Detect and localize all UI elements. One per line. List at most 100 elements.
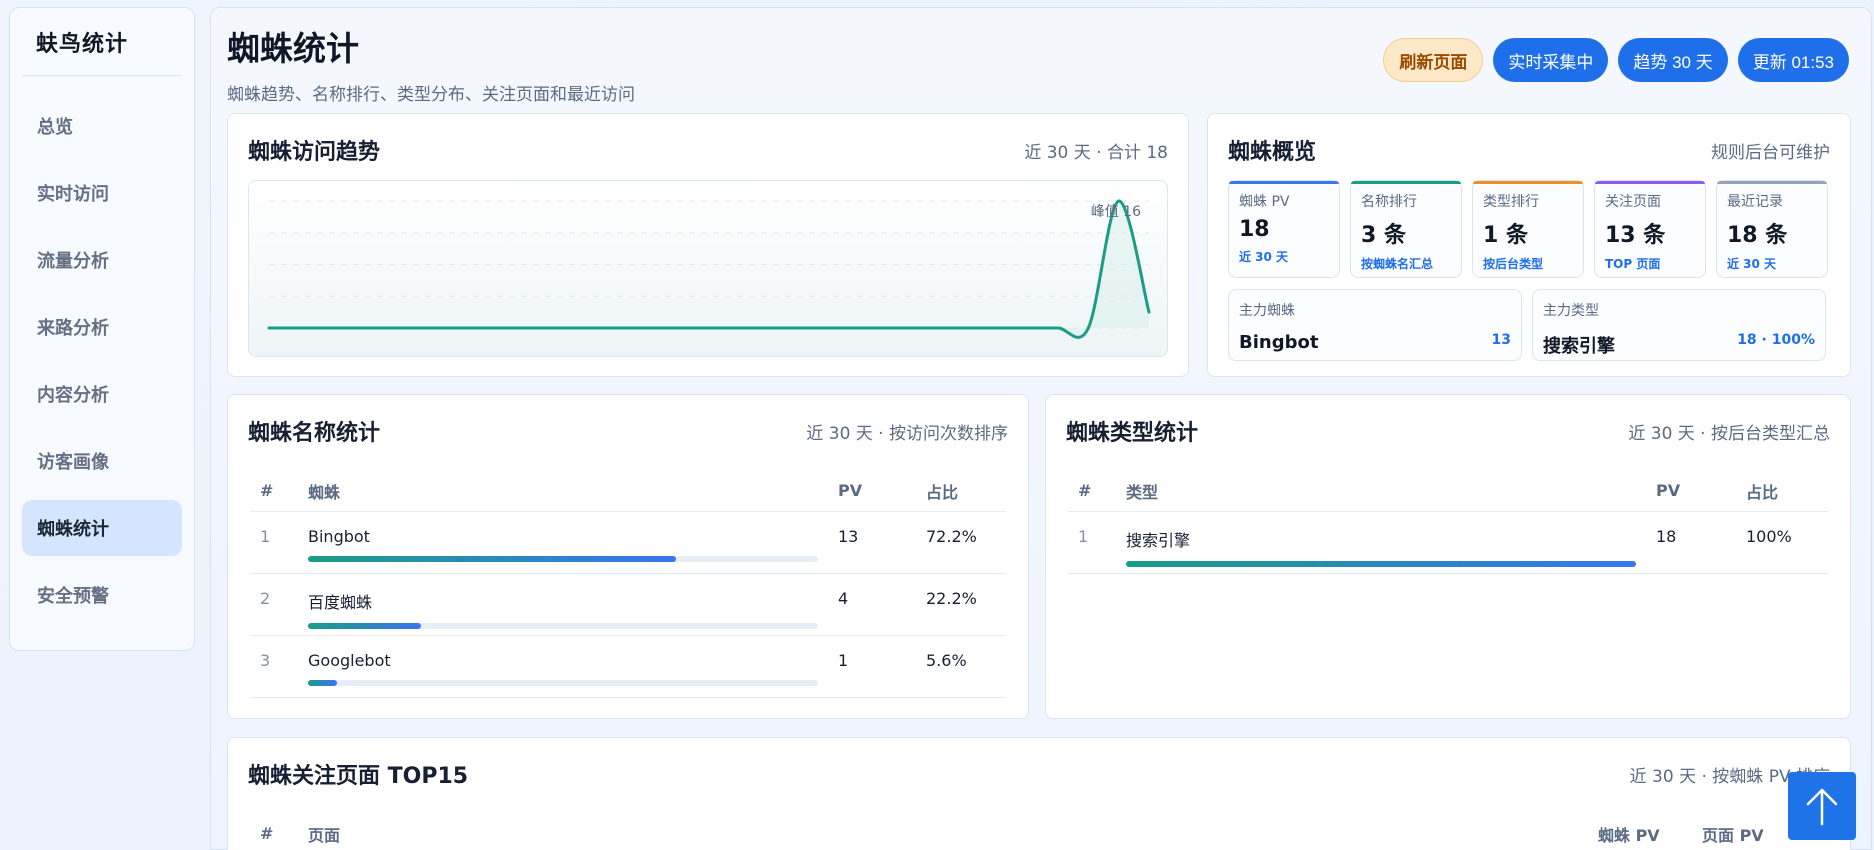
- row-name-cell: 百度蜘蛛: [298, 573, 828, 636]
- main-spider-label: 主力蜘蛛: [1239, 303, 1295, 319]
- metric-label: 最近记录: [1727, 194, 1783, 210]
- row-name: 百度蜘蛛: [308, 592, 373, 612]
- spider-name-table: # 蜘蛛 PV 占比 1 Bingbot 13 72.2% 2 百度蜘蛛 4 2…: [250, 471, 1006, 698]
- row-share: 5.6%: [916, 635, 1006, 698]
- col-rank: #: [250, 814, 298, 850]
- metric-value: 3 条: [1361, 223, 1406, 248]
- metric-value: 13 条: [1605, 223, 1666, 248]
- refresh-page-button[interactable]: 刷新页面: [1383, 38, 1484, 82]
- metric-label: 关注页面: [1605, 194, 1661, 210]
- type-card-meta: 近 30 天 · 按后台类型汇总: [1628, 424, 1830, 444]
- metric-value: 1 条: [1483, 223, 1528, 248]
- row-name-cell: Bingbot: [298, 511, 828, 574]
- updated-time-button[interactable]: 更新 01:53: [1737, 38, 1849, 82]
- trend-chart: 峰值 16: [248, 180, 1168, 357]
- metric-focus-pages: 关注页面 13 条 TOP 页面: [1594, 180, 1706, 278]
- table-row: 1 Bingbot 13 72.2%: [250, 511, 1006, 574]
- main-spider-value: Bingbot: [1239, 332, 1319, 353]
- name-card-title: 蜘蛛名称统计: [248, 421, 381, 446]
- col-rank: #: [250, 471, 298, 512]
- row-pv: 1: [828, 635, 916, 698]
- type-card-title: 蜘蛛类型统计: [1066, 421, 1199, 446]
- chart-area-fill: [269, 200, 1149, 338]
- row-share: 22.2%: [916, 573, 1006, 636]
- metric-recent-records: 最近记录 18 条 近 30 天: [1716, 180, 1828, 278]
- row-pv: 13: [828, 511, 916, 574]
- metric-note: 按蜘蛛名汇总: [1361, 257, 1434, 271]
- spider-type-table: # 类型 PV 占比 1 搜索引擎 18 100%: [1068, 471, 1828, 574]
- trend-card-title: 蜘蛛访问趋势: [248, 140, 381, 165]
- trend-range-button[interactable]: 趋势 30 天: [1618, 38, 1728, 82]
- focus-pages-table: # 页面 蜘蛛 PV 页面 PV: [250, 814, 1830, 850]
- realtime-status-button[interactable]: 实时采集中: [1493, 38, 1609, 82]
- col-spider: 蜘蛛: [298, 471, 828, 512]
- share-bar: [308, 679, 818, 686]
- arrow-up-icon: [1806, 788, 1838, 826]
- main-type-note: 18 · 100%: [1737, 332, 1815, 348]
- share-bar: [308, 555, 818, 562]
- spider-overview-card: 蜘蛛概览 规则后台可维护 蜘蛛 PV 18 近 30 天 名称排行 3 条 按蜘…: [1207, 113, 1851, 377]
- main-type-box: 主力类型 搜索引擎 18 · 100%: [1532, 289, 1826, 361]
- row-rank: 1: [250, 511, 298, 574]
- main-type-value: 搜索引擎: [1543, 336, 1615, 357]
- trend-chart-svg: [267, 199, 1151, 339]
- row-pv: 18: [1646, 511, 1736, 574]
- col-spider-pv: 蜘蛛 PV: [1588, 814, 1692, 850]
- share-bar: [308, 622, 818, 629]
- metric-note: 近 30 天: [1727, 257, 1777, 271]
- metric-type-ranking: 类型排行 1 条 按后台类型: [1472, 180, 1584, 278]
- spider-type-card: 蜘蛛类型统计 近 30 天 · 按后台类型汇总 # 类型 PV 占比 1 搜索引…: [1045, 394, 1851, 719]
- sidebar-item-realtime[interactable]: 实时访问: [22, 165, 182, 221]
- share-bar-fill: [308, 622, 422, 629]
- share-bar: [1126, 560, 1636, 567]
- row-rank: 3: [250, 635, 298, 698]
- metric-note: 按后台类型: [1483, 257, 1544, 271]
- trend-peak-label: 峰值 16: [1090, 204, 1141, 220]
- row-pv: 4: [828, 573, 916, 636]
- sidebar-item-spider-stats[interactable]: 蜘蛛统计: [22, 500, 182, 556]
- row-name: Googlebot: [308, 650, 391, 670]
- brand-logo-text: 蚨鸟统计: [22, 8, 182, 76]
- share-bar-fill: [308, 555, 677, 562]
- main-content: 蜘蛛统计 蜘蛛趋势、名称排行、类型分布、关注页面和最近访问 刷新页面 实时采集中…: [210, 7, 1872, 850]
- metric-note: 近 30 天: [1239, 250, 1289, 264]
- overview-metrics: 蜘蛛 PV 18 近 30 天 名称排行 3 条 按蜘蛛名汇总 类型排行 1 条…: [1228, 180, 1828, 278]
- table-row: 2 百度蜘蛛 4 22.2%: [250, 573, 1006, 636]
- spider-name-card: 蜘蛛名称统计 近 30 天 · 按访问次数排序 # 蜘蛛 PV 占比 1 Bin…: [227, 394, 1029, 719]
- back-to-top-button[interactable]: [1788, 772, 1856, 840]
- metric-value: 18 条: [1727, 223, 1788, 248]
- metric-label: 名称排行: [1361, 194, 1417, 210]
- col-share: 占比: [916, 471, 1006, 512]
- sidebar-item-security-alert[interactable]: 安全预警: [22, 567, 182, 623]
- share-bar-fill: [308, 679, 337, 686]
- sidebar-item-content[interactable]: 内容分析: [22, 366, 182, 422]
- spider-focus-pages-card: 蜘蛛关注页面 TOP15 近 30 天 · 按蜘蛛 PV 排序 # 页面 蜘蛛 …: [227, 737, 1851, 850]
- col-share: 占比: [1736, 471, 1828, 512]
- row-name: 搜索引擎: [1126, 530, 1191, 550]
- col-page: 页面: [298, 814, 1588, 850]
- spider-trend-card: 蜘蛛访问趋势 近 30 天 · 合计 18 峰值 16: [227, 113, 1189, 377]
- sidebar-item-overview[interactable]: 总览: [22, 98, 182, 154]
- metric-name-ranking: 名称排行 3 条 按蜘蛛名汇总: [1350, 180, 1462, 278]
- row-share: 100%: [1736, 511, 1828, 574]
- metric-note: TOP 页面: [1605, 257, 1661, 271]
- row-rank: 1: [1068, 511, 1116, 574]
- row-name-cell: Googlebot: [298, 635, 828, 698]
- row-name-cell: 搜索引擎: [1116, 511, 1646, 574]
- name-card-meta: 近 30 天 · 按访问次数排序: [806, 424, 1008, 444]
- header-actions: 刷新页面 实时采集中 趋势 30 天 更新 01:53: [1383, 38, 1849, 82]
- overview-card-meta: 规则后台可维护: [1711, 143, 1830, 163]
- sidebar-item-referrer[interactable]: 来路分析: [22, 299, 182, 355]
- sidebar-nav: 总览 实时访问 流量分析 来路分析 内容分析 访客画像 蜘蛛统计 安全预警: [22, 98, 182, 623]
- row-name: Bingbot: [308, 526, 370, 546]
- sidebar-item-traffic[interactable]: 流量分析: [22, 232, 182, 288]
- page-title: 蜘蛛统计: [227, 29, 359, 68]
- page-header: 蜘蛛统计 蜘蛛趋势、名称排行、类型分布、关注页面和最近访问: [227, 22, 635, 105]
- trend-card-meta: 近 30 天 · 合计 18: [1024, 143, 1168, 163]
- sidebar-item-visitor-profile[interactable]: 访客画像: [22, 433, 182, 489]
- pages-card-title: 蜘蛛关注页面 TOP15: [248, 764, 469, 789]
- sidebar: 蚨鸟统计 总览 实时访问 流量分析 来路分析 内容分析 访客画像 蜘蛛统计 安全…: [9, 7, 195, 651]
- overview-card-title: 蜘蛛概览: [1228, 140, 1317, 165]
- page-subtitle: 蜘蛛趋势、名称排行、类型分布、关注页面和最近访问: [227, 85, 635, 105]
- metric-spider-pv: 蜘蛛 PV 18 近 30 天: [1228, 180, 1340, 278]
